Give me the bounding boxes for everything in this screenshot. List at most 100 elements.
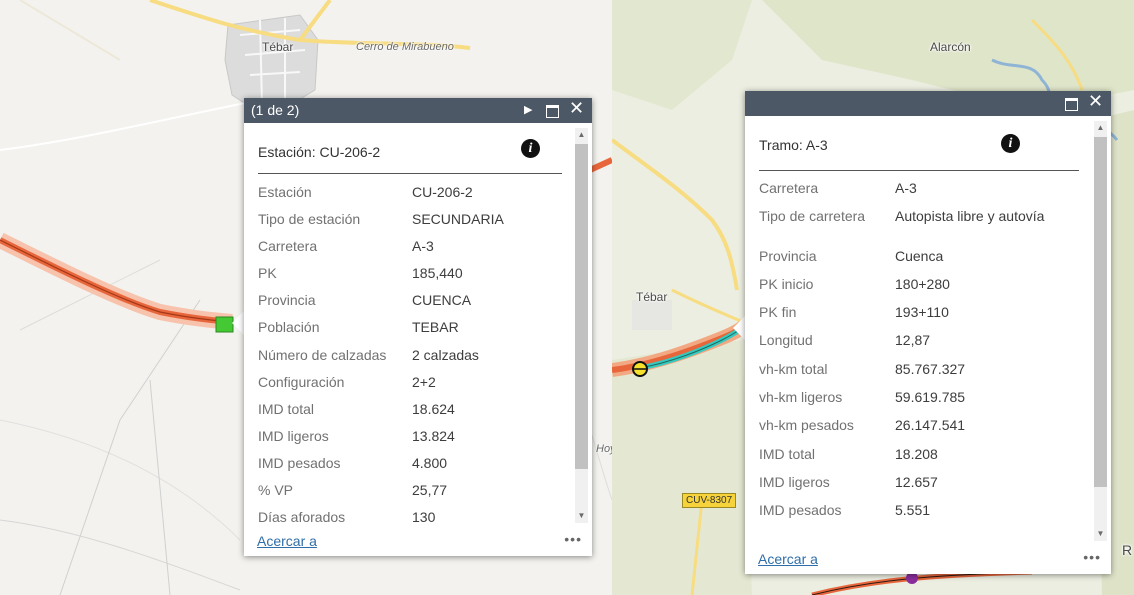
attribute-key: IMD pesados [258, 454, 341, 471]
zoom-to-link[interactable]: Acercar a [257, 533, 317, 549]
attribute-row: Número de calzadas 2 calzadas [258, 347, 504, 374]
attribute-table: Estación CU-206-2 Tipo de estación SECUNDAR… [258, 184, 504, 529]
attribute-key: Provincia [759, 247, 817, 264]
attribute-row: % VP 25,77 [258, 482, 504, 509]
attribute-value: 26.147.541 [895, 417, 966, 434]
popup-content: Estación: CU-206-2 i Estación CU-206-2 Tip… [244, 123, 572, 529]
attribute-value: 12.657 [895, 473, 938, 490]
popup-title: Estación: CU-206-2 [258, 144, 381, 160]
attribute-value: A-3 [412, 238, 434, 255]
popup-scrollbar[interactable]: ▲ ▼ [575, 128, 588, 523]
attribute-key: IMD ligeros [258, 427, 329, 444]
popup-header: (1 de 2) ▶ ✕ [244, 98, 592, 123]
popup-header-right: ✕ [745, 91, 1111, 116]
attribute-value: CU-206-2 [412, 184, 473, 200]
popup-footer-right: Acercar a ••• [745, 547, 1111, 574]
attribute-value: 2+2 [412, 373, 436, 390]
place-label: Hoy [596, 443, 612, 455]
attribute-row: vh-km total 85.767.327 [759, 361, 1044, 389]
attribute-key: vh-km total [759, 360, 828, 377]
popup-title-right: Tramo: A-3 [759, 137, 828, 153]
attribute-key: Número de calzadas [258, 346, 387, 363]
scroll-thumb[interactable] [1094, 137, 1107, 487]
scroll-thumb[interactable] [575, 144, 588, 469]
attribute-value: 18.208 [895, 445, 938, 462]
attribute-key: Provincia [258, 292, 316, 309]
attribute-row: IMD pesados 5.551 [759, 502, 1044, 530]
attribute-value: 4.800 [412, 454, 448, 471]
maximize-icon[interactable] [1065, 95, 1078, 111]
attribute-key: IMD pesados [759, 502, 842, 519]
play-icon[interactable]: ▶ [524, 102, 532, 118]
attribute-row: IMD ligeros 12.657 [759, 474, 1044, 502]
attribute-key: vh-km pesados [759, 417, 854, 434]
scroll-down-icon[interactable]: ▼ [1094, 527, 1107, 541]
attribute-key: Tipo de estación [258, 211, 361, 228]
attribute-row: PK inicio 180+280 [759, 276, 1044, 304]
attribute-value: Cuenca [895, 247, 944, 264]
attribute-value: 25,77 [412, 482, 448, 499]
attribute-row: PK fin 193+110 [759, 304, 1044, 332]
attribute-value: 2 calzadas [412, 346, 479, 363]
attribute-key: PK [258, 265, 277, 282]
attribute-row: vh-km ligeros 59.619.785 [759, 389, 1044, 417]
more-actions-icon[interactable]: ••• [564, 531, 582, 547]
attribute-row: Población TEBAR [258, 319, 504, 346]
more-actions-icon[interactable]: ••• [1083, 549, 1101, 565]
attribute-key: Configuración [258, 373, 345, 390]
attribute-value: 180+280 [895, 275, 950, 292]
close-icon[interactable]: ✕ [569, 99, 584, 117]
attribute-row: IMD total 18.624 [258, 401, 504, 428]
popup-pointer-right [733, 316, 745, 340]
attribute-value: 5.551 [895, 502, 931, 519]
attribute-row: Carretera A-3 [759, 180, 1044, 208]
popup-pager: (1 de 2) [251, 102, 300, 118]
attribute-table-right: Carretera A-3 Tipo de carretera Autopista l… [759, 180, 1044, 531]
attribute-key: % VP [258, 482, 294, 499]
town-north-label: Alarcón [930, 40, 971, 54]
attribute-row: Días aforados 130 [258, 509, 504, 529]
left-popup: (1 de 2) ▶ ✕ Estación: CU-206-2 i Estaci… [244, 98, 592, 556]
info-icon[interactable]: i [521, 139, 540, 158]
scroll-up-icon[interactable]: ▲ [575, 128, 588, 142]
attribute-row: IMD pesados 4.800 [258, 455, 504, 482]
attribute-key: Longitud [759, 332, 813, 349]
hill-label: Cerro de Mirabueno [356, 41, 454, 53]
title-divider-right [759, 170, 1079, 171]
partial-map-label: R [1122, 542, 1133, 558]
attribute-key: PK fin [759, 304, 797, 321]
attribute-key: Días aforados [258, 509, 346, 526]
info-icon[interactable]: i [1001, 134, 1020, 153]
attribute-value: 13.824 [412, 427, 455, 444]
attribute-key: Población [258, 319, 320, 336]
scroll-down-icon[interactable]: ▼ [575, 509, 588, 523]
attribute-value: 18.624 [412, 400, 455, 417]
attribute-row: Longitud 12,87 [759, 332, 1044, 360]
attribute-value: A-3 [895, 180, 917, 196]
attribute-value: 130 [412, 509, 436, 526]
close-icon[interactable]: ✕ [1088, 92, 1103, 110]
attribute-row: Tipo de estación SECUNDARIA [258, 211, 504, 238]
popup-footer: Acercar a ••• [244, 529, 592, 556]
attribute-key: IMD total [759, 445, 816, 462]
attribute-key: Tipo de carretera [759, 208, 866, 225]
attribute-row: Estación CU-206-2 [258, 184, 504, 211]
popup-scrollbar-right[interactable]: ▲ ▼ [1094, 121, 1107, 541]
attribute-row: vh-km pesados 26.147.541 [759, 417, 1044, 445]
attribute-value: TEBAR [412, 319, 459, 336]
attribute-value: 185,440 [412, 265, 463, 282]
zoom-to-link[interactable]: Acercar a [758, 551, 818, 567]
attribute-key: IMD ligeros [759, 473, 830, 490]
attribute-key: Carretera [258, 238, 318, 255]
attribute-key: Estación [258, 184, 312, 200]
scroll-up-icon[interactable]: ▲ [1094, 121, 1107, 135]
attribute-key: vh-km ligeros [759, 389, 843, 406]
attribute-key: Carretera [759, 180, 819, 196]
title-divider [258, 173, 562, 174]
road-shield: CUV-8307 [682, 493, 737, 508]
maximize-icon[interactable] [546, 102, 559, 118]
attribute-value: 59.619.785 [895, 389, 966, 406]
attribute-key: IMD total [258, 400, 315, 417]
attribute-row: Tipo de carretera Autopista libre y autov… [759, 208, 1044, 247]
attribute-key: PK inicio [759, 275, 814, 292]
